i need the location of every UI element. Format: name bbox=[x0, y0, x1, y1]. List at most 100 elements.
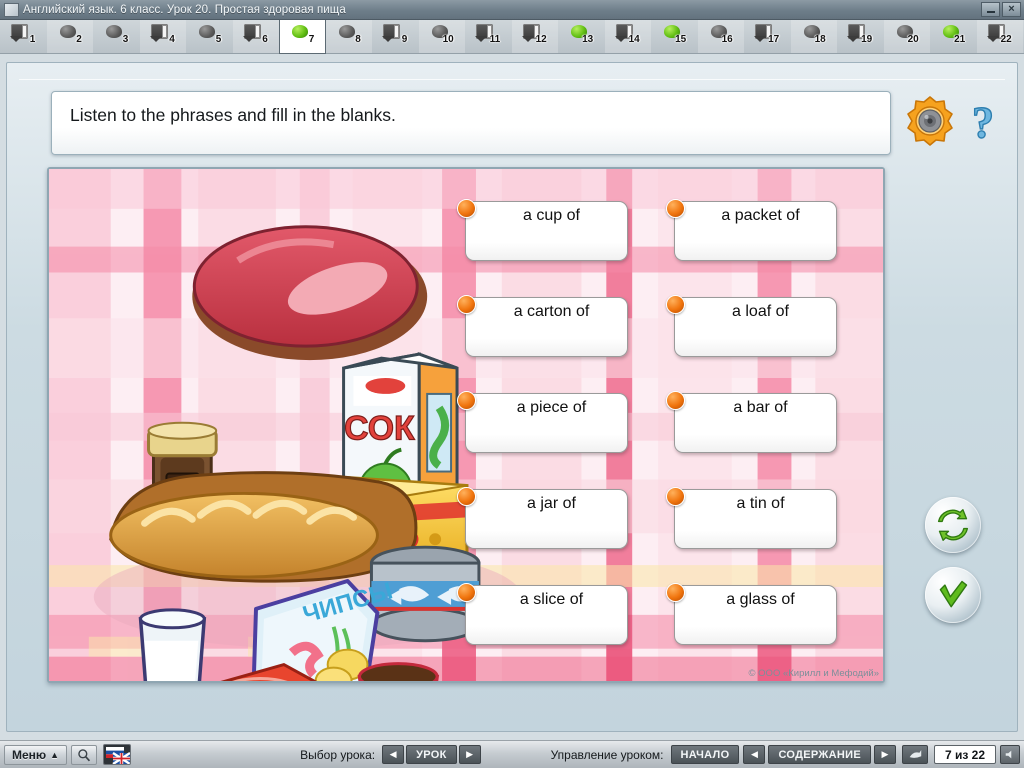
lesson-tab-10[interactable]: 10 bbox=[418, 20, 465, 53]
answer-card[interactable]: a cup of bbox=[457, 199, 628, 261]
pointer-button[interactable] bbox=[901, 745, 928, 764]
minimize-button[interactable] bbox=[981, 2, 1000, 17]
lesson-tab-number: 18 bbox=[814, 34, 826, 45]
instruction-text: Listen to the phrases and fill in the bl… bbox=[70, 105, 396, 125]
lesson-tab-number: 7 bbox=[308, 34, 315, 45]
svg-text:?: ? bbox=[972, 98, 994, 147]
answer-card-label: a cup of bbox=[523, 207, 580, 224]
answer-card-label: a jar of bbox=[527, 495, 576, 512]
answer-card[interactable]: a loaf of bbox=[666, 295, 837, 357]
window-controls: × bbox=[981, 2, 1024, 17]
answer-card[interactable]: a packet of bbox=[666, 199, 837, 261]
check-button[interactable] bbox=[925, 567, 981, 623]
search-icon bbox=[78, 748, 91, 761]
answer-card[interactable]: a bar of bbox=[666, 391, 837, 453]
lesson-tab-4[interactable]: 4 bbox=[139, 20, 186, 53]
lesson-control-label: Управление уроком: bbox=[550, 747, 664, 762]
answer-card[interactable]: a glass of bbox=[666, 583, 837, 645]
lesson-button[interactable]: УРОК bbox=[406, 745, 457, 764]
contents-next-button[interactable]: ▶ bbox=[873, 745, 896, 764]
status-bar: Меню ▲ Выбор урока: ◀ УРОК ▶ Управление … bbox=[0, 740, 1024, 768]
answer-card-label: a glass of bbox=[726, 591, 795, 608]
lesson-tab-number: 10 bbox=[442, 34, 454, 45]
audio-speaker-icon[interactable] bbox=[903, 95, 957, 149]
lesson-tab-15[interactable]: 15 bbox=[651, 20, 698, 53]
lesson-tab-number: 19 bbox=[861, 34, 873, 45]
lesson-tab-number: 1 bbox=[29, 34, 36, 45]
lesson-tab-11[interactable]: 11 bbox=[465, 20, 512, 53]
lesson-ball-icon bbox=[338, 25, 355, 38]
lesson-tab-14[interactable]: 14 bbox=[604, 20, 651, 53]
film-slide-icon bbox=[10, 24, 29, 42]
answer-card-label: a carton of bbox=[513, 303, 590, 320]
answer-card-label: a piece of bbox=[516, 399, 587, 416]
answer-card[interactable]: a slice of bbox=[457, 583, 628, 645]
lesson-tab-17[interactable]: 17 bbox=[744, 20, 791, 53]
help-question-icon[interactable]: ? bbox=[965, 97, 1001, 147]
answer-card-label: a slice of bbox=[519, 591, 584, 608]
film-slide-icon bbox=[382, 24, 401, 42]
lesson-tab-13[interactable]: 13 bbox=[558, 20, 605, 53]
lesson-tab-5[interactable]: 5 bbox=[186, 20, 233, 53]
lesson-tab-6[interactable]: 6 bbox=[232, 20, 279, 53]
application-window: Английский язык. 6 класс. Урок 20. Прост… bbox=[0, 0, 1024, 768]
checkmark-icon bbox=[939, 580, 968, 608]
contents-button[interactable]: СОДЕРЖАНИЕ bbox=[768, 745, 871, 764]
lesson-tab-22[interactable]: 22 bbox=[976, 20, 1023, 53]
lesson-tab-number: 9 bbox=[401, 34, 408, 45]
lesson-tab-7[interactable]: 7 bbox=[279, 20, 326, 54]
app-icon bbox=[4, 2, 19, 17]
volume-button[interactable] bbox=[1000, 745, 1020, 764]
lesson-tab-12[interactable]: 12 bbox=[511, 20, 558, 53]
milk-glass-item bbox=[138, 608, 207, 681]
ham-item bbox=[192, 225, 428, 361]
refresh-icon bbox=[937, 509, 969, 541]
film-slide-icon bbox=[242, 24, 261, 42]
contents-prev-button[interactable]: ◀ bbox=[743, 745, 766, 764]
search-button[interactable] bbox=[71, 744, 98, 765]
lesson-tab-2[interactable]: 2 bbox=[46, 20, 93, 53]
lesson-tab-number: 4 bbox=[169, 34, 175, 45]
close-button[interactable]: × bbox=[1002, 2, 1021, 17]
answer-card[interactable]: a jar of bbox=[457, 487, 628, 549]
lesson-tab-number: 13 bbox=[582, 34, 594, 45]
lesson-tab-21[interactable]: 21 bbox=[930, 20, 977, 53]
lesson-tab-3[interactable]: 3 bbox=[93, 20, 140, 53]
lesson-tab-8[interactable]: 8 bbox=[325, 20, 372, 53]
lesson-tab-number: 3 bbox=[122, 34, 129, 45]
lesson-next-button[interactable]: ▶ bbox=[458, 745, 481, 764]
exercise-panel: AFE СОК bbox=[47, 167, 885, 683]
menu-caret-icon: ▲ bbox=[50, 749, 60, 760]
language-toggle-button[interactable] bbox=[103, 744, 132, 765]
speaker-icon bbox=[1005, 750, 1012, 759]
answer-card[interactable]: a tin of bbox=[666, 487, 837, 549]
lesson-tab-19[interactable]: 19 bbox=[837, 20, 884, 53]
answer-card[interactable]: a piece of bbox=[457, 391, 628, 453]
lesson-tab-strip[interactable]: 1 2 3 4 5 6 7 8 9 10 11 12 13 14 15 16 17 18 19 20 21 22 bbox=[0, 20, 1024, 54]
lesson-tab-number: 6 bbox=[262, 34, 268, 45]
lesson-tab-9[interactable]: 9 bbox=[372, 20, 419, 53]
lesson-ball-icon bbox=[199, 25, 216, 38]
hand-pointer-icon bbox=[909, 750, 922, 758]
lesson-tab-20[interactable]: 20 bbox=[883, 20, 930, 53]
lesson-tab-number: 21 bbox=[954, 34, 966, 45]
lesson-tab-number: 14 bbox=[628, 34, 640, 45]
answer-card-label: a tin of bbox=[736, 495, 785, 512]
lesson-tab-number: 22 bbox=[1000, 34, 1012, 45]
lesson-prev-button[interactable]: ◀ bbox=[382, 745, 405, 764]
reset-button[interactable] bbox=[925, 497, 981, 553]
lesson-ball-icon bbox=[292, 25, 309, 38]
answer-card-label: a loaf of bbox=[732, 303, 789, 320]
lesson-tab-number: 16 bbox=[721, 34, 733, 45]
answer-card[interactable]: a carton of bbox=[457, 295, 628, 357]
lesson-tab-number: 17 bbox=[768, 34, 780, 45]
lesson-tab-number: 2 bbox=[76, 34, 82, 45]
window-title: Английский язык. 6 класс. Урок 20. Прост… bbox=[23, 3, 346, 16]
page-indicator: 7 из 22 bbox=[933, 745, 996, 764]
lesson-tab-1[interactable]: 1 bbox=[0, 20, 47, 53]
start-button[interactable]: НАЧАЛО bbox=[670, 745, 740, 764]
menu-button[interactable]: Меню ▲ bbox=[4, 744, 68, 765]
lesson-tab-16[interactable]: 16 bbox=[697, 20, 744, 53]
lesson-tab-18[interactable]: 18 bbox=[790, 20, 837, 53]
lesson-stage: Listen to the phrases and fill in the bl… bbox=[6, 62, 1018, 732]
